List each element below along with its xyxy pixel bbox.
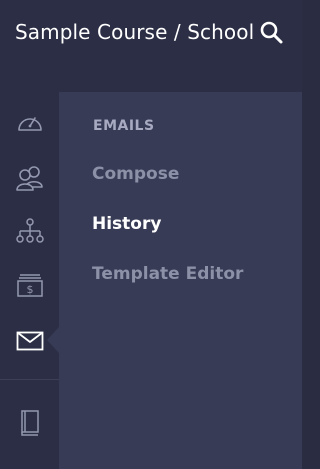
sitemap-icon xyxy=(15,218,44,244)
rail-item-library[interactable] xyxy=(0,399,59,447)
rail-item-dashboard[interactable] xyxy=(0,98,59,146)
svg-text:$: $ xyxy=(26,283,33,296)
rail-item-users[interactable] xyxy=(0,154,59,202)
rail-item-structure[interactable] xyxy=(0,207,59,255)
submenu-heading: EMAILS xyxy=(93,118,155,134)
users-icon xyxy=(15,165,45,191)
submenu-link-template-editor[interactable]: Template Editor xyxy=(92,264,243,284)
active-item-pointer xyxy=(47,327,59,353)
envelope-icon xyxy=(16,331,44,351)
submenu-link-compose[interactable]: Compose xyxy=(92,164,179,184)
top-header: Sample Course / School xyxy=(0,0,302,92)
book-icon xyxy=(18,409,42,437)
submenu-link-history[interactable]: History xyxy=(92,214,161,234)
rail-divider xyxy=(0,379,59,380)
speedometer-icon xyxy=(16,110,44,134)
icon-rail: $ xyxy=(0,92,59,469)
search-icon[interactable] xyxy=(259,20,285,46)
rail-item-sales[interactable]: $ xyxy=(0,261,59,309)
emails-submenu-panel: EMAILS Compose History Template Editor xyxy=(59,92,302,469)
course-title[interactable]: Sample Course / School xyxy=(15,18,255,46)
money-icon: $ xyxy=(16,272,44,298)
